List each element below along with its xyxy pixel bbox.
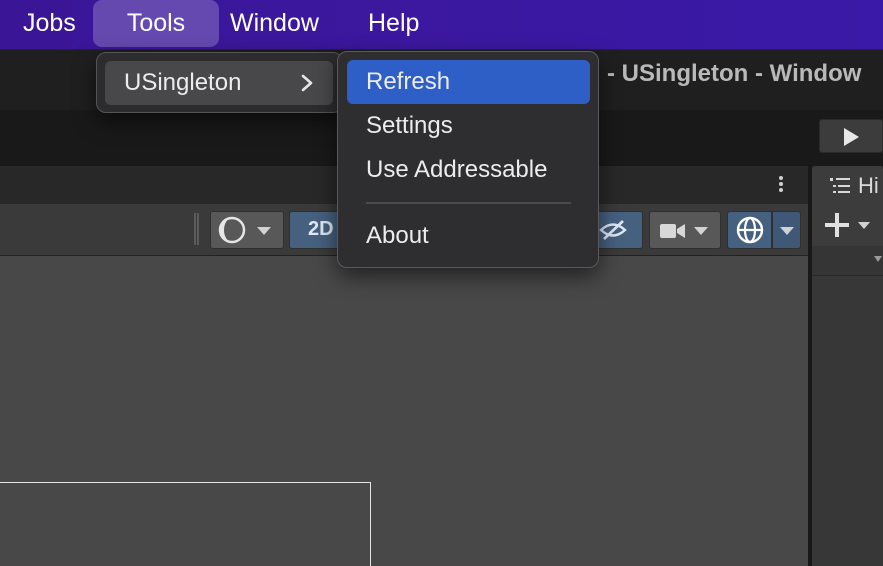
menu-item-use-addressable[interactable]: Use Addressable	[347, 148, 590, 192]
camera-icon	[660, 224, 685, 238]
menu-item-label: About	[366, 222, 429, 249]
hierarchy-toolbar	[812, 204, 883, 246]
menu-separator	[366, 202, 571, 204]
menubar-help[interactable]: Help	[356, 0, 431, 47]
window-title: - USingleton - Window	[607, 60, 862, 87]
camera-dropdown[interactable]	[649, 211, 721, 249]
play-button[interactable]	[819, 119, 883, 153]
hierarchy-tab-bar: Hi	[812, 166, 883, 206]
hierarchy-scene-header	[812, 246, 883, 276]
scene-visibility-toggle[interactable]	[592, 211, 643, 249]
gizmos-dropdown[interactable]	[772, 211, 801, 249]
tools-menu: USingleton	[96, 52, 343, 113]
hierarchy-list-icon	[830, 178, 850, 193]
menu-item-label: Refresh	[366, 68, 451, 95]
hidden-eye-icon	[599, 220, 627, 240]
menu-item-refresh[interactable]: Refresh	[347, 60, 590, 104]
gizmos-toggle[interactable]	[727, 211, 772, 249]
chevron-down-icon[interactable]	[874, 256, 882, 262]
menubar-jobs[interactable]: Jobs	[11, 0, 88, 47]
menubar-tools[interactable]: Tools	[93, 0, 219, 47]
menu-item-label: USingleton	[124, 69, 242, 96]
chevron-right-icon	[301, 74, 313, 92]
toolbar-grip[interactable]	[194, 213, 199, 245]
gizmo-sphere-icon	[736, 216, 764, 244]
menu-item-label: Use Addressable	[366, 156, 548, 183]
hierarchy-list[interactable]	[812, 276, 883, 566]
chevron-down-icon	[780, 227, 794, 235]
usingleton-submenu: Refresh Settings Use Addressable About	[337, 51, 599, 268]
menu-item-about[interactable]: About	[347, 214, 590, 258]
menu-item-label: Settings	[366, 112, 453, 139]
plus-icon	[825, 213, 849, 237]
tab-hierarchy[interactable]: Hi	[812, 166, 883, 206]
menu-bar: Jobs Tools Window Help	[0, 0, 883, 50]
menu-item-settings[interactable]: Settings	[347, 104, 590, 148]
chevron-down-icon	[257, 227, 271, 235]
scene-canvas-outline	[0, 482, 371, 566]
hierarchy-tab-label: Hi	[858, 173, 879, 198]
shading-mode-icon	[218, 216, 246, 244]
add-object-button[interactable]	[822, 210, 870, 240]
2d-mode-label: 2D	[308, 218, 334, 240]
more-options-icon[interactable]	[771, 174, 791, 198]
chevron-down-icon	[858, 222, 870, 229]
2d-mode-toggle[interactable]: 2D	[289, 211, 339, 249]
menu-item-usingleton[interactable]: USingleton	[105, 61, 333, 105]
play-icon	[844, 128, 859, 146]
menubar-window[interactable]: Window	[218, 0, 331, 47]
chevron-down-icon	[694, 227, 708, 235]
draw-mode-dropdown[interactable]	[210, 211, 284, 249]
